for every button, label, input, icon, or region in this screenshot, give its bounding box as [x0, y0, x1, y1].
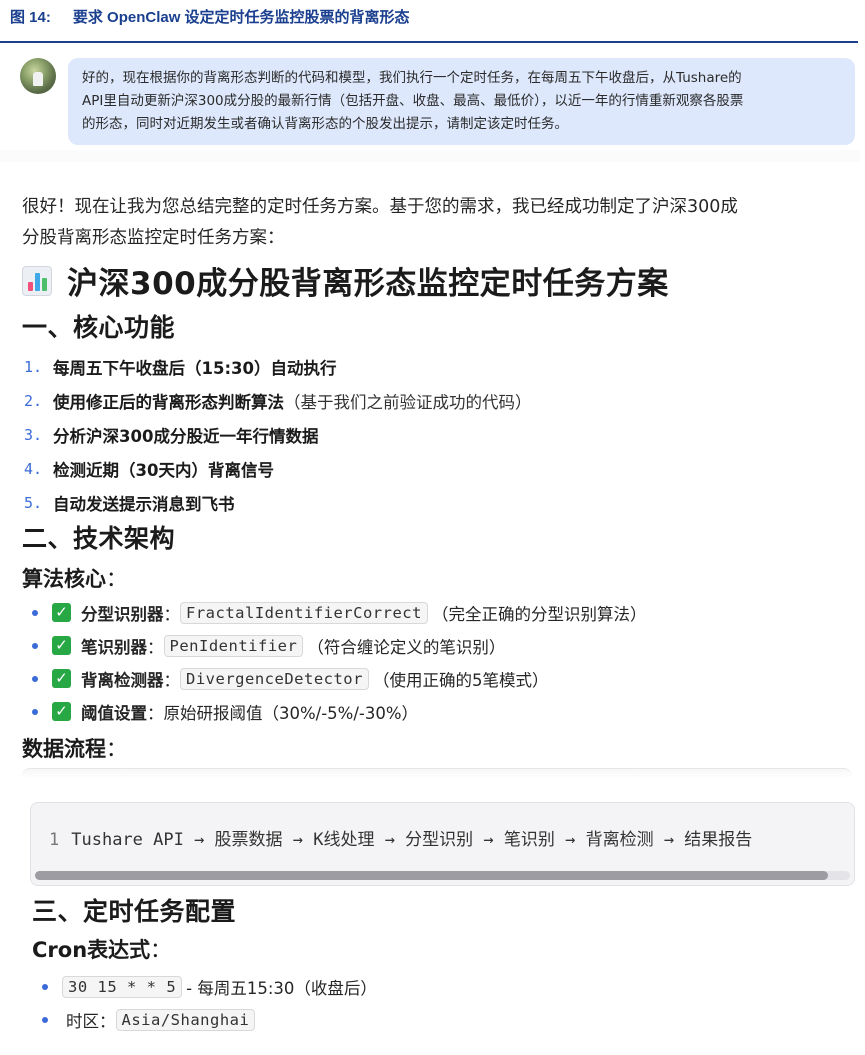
plan-title-text: 沪深300成分股背离形态监控定时任务方案 [67, 266, 669, 302]
algo-core-list: ✓ 分型识别器 ： FractalIdentifierCorrect （完全正确… [32, 596, 852, 728]
check-mark-icon: ✓ [52, 636, 71, 655]
code-text: Tushare API → 股票数据 → K线处理 → 分型识别 → 笔识别 →… [71, 830, 753, 850]
component-label: 分型识别器 [81, 604, 164, 624]
code-line: 1 Tushare API → 股票数据 → K线处理 → 分型识别 → 笔识别 … [49, 825, 752, 850]
label-separator: ： [163, 604, 181, 624]
user-avatar [20, 58, 56, 94]
list-number: 2. [24, 392, 43, 410]
cron-heading-text: Cron表达式 [32, 938, 151, 962]
label-separator: ： [147, 637, 164, 657]
cron-list: 30 15 * * 5 - 每周五15:30（收盘后） 时区： Asia/Sha… [42, 970, 862, 1036]
list-item: ✓ 背离检测器 ： DivergenceDetector （使用正确的5笔模式） [32, 662, 852, 695]
inline-code: 30 15 * * 5 [62, 975, 183, 998]
component-description: （符合缠论定义的笔识别） [307, 637, 506, 657]
label-separator: ： [163, 670, 181, 690]
bullet [42, 983, 48, 990]
inline-code: FractalIdentifierCorrect [180, 601, 428, 624]
bullet [32, 708, 38, 715]
list-item: 5. 自动发送提示消息到飞书 [24, 486, 824, 520]
bullet [32, 609, 38, 616]
list-number: 4. [24, 460, 43, 478]
user-message-bubble: 好的，现在根据你的背离形态判断的代码和模型，我们执行一个定时任务，在每周五下午收… [68, 58, 855, 145]
bullet [42, 1016, 48, 1023]
component-label: 背离检测器 [81, 670, 164, 690]
check-mark-icon: ✓ [52, 669, 71, 688]
section-heading-architecture: 二、技术架构 [22, 524, 176, 553]
message-separator [0, 150, 860, 162]
component-description: 原始研报阈值（30%/-5%/-30%） [163, 703, 419, 723]
section-heading-core: 一、核心功能 [22, 313, 176, 342]
code-block-frame-edge [22, 768, 852, 779]
core-function-list: 1. 每周五下午收盘后（15:30）自动执行 2. 使用修正后的背离形态判断算法… [24, 350, 824, 520]
cron-description: - 每周五15:30（收盘后） [186, 978, 377, 998]
cron-heading: Cron表达式： [32, 934, 171, 964]
figure-caption: 图 14: 要求 OpenClaw 设定定时任务监控股票的背离形态 [10, 6, 410, 27]
component-label: 阈值设置 [81, 703, 147, 723]
list-item: 时区： Asia/Shanghai [42, 1003, 862, 1036]
data-flow-heading: 数据流程： [22, 733, 127, 763]
list-number: 3. [24, 426, 43, 444]
heading-colon: ： [106, 567, 127, 591]
bullet [32, 642, 38, 649]
horizontal-scrollbar-thumb[interactable] [35, 871, 828, 880]
list-item: 30 15 * * 5 - 每周五15:30（收盘后） [42, 970, 862, 1003]
list-item: ✓ 分型识别器 ： FractalIdentifierCorrect （完全正确… [32, 596, 852, 629]
list-item-bold: 使用修正后的背离形态判断算法 [53, 393, 284, 412]
check-mark-icon: ✓ [52, 603, 71, 622]
label-separator: ： [147, 703, 164, 723]
bar-chart-icon [22, 265, 52, 296]
data-flow-code-block[interactable]: 1 Tushare API → 股票数据 → K线处理 → 分型识别 → 笔识别 … [30, 802, 855, 886]
intro-line: 分股背离形态监控定时任务方案： [22, 228, 285, 248]
component-label: 笔识别器 [81, 637, 147, 657]
inline-code: DivergenceDetector [180, 667, 369, 690]
line-number: 1 [49, 830, 60, 850]
user-message-line: 的形态，同时对近期发生或者确认背离形态的个股发出提示，请制定该定时任务。 [82, 116, 568, 132]
list-item: ✓ 笔识别器 ： PenIdentifier （符合缠论定义的笔识别） [32, 629, 852, 662]
component-description: （使用正确的5笔模式） [372, 670, 549, 690]
timezone-label: 时区： [66, 1011, 116, 1031]
list-item: ✓ 阈值设置 ： 原始研报阈值（30%/-5%/-30%） [32, 695, 852, 728]
heading-colon: ： [106, 737, 127, 761]
inline-code: Asia/Shanghai [115, 1008, 256, 1031]
figure-number: 图 14: [10, 9, 51, 26]
figure-title: 要求 OpenClaw 设定定时任务监控股票的背离形态 [72, 9, 410, 26]
section-heading-schedule: 三、定时任务配置 [32, 897, 237, 926]
bullet [32, 675, 38, 682]
list-item-bold: 检测近期（30天内）背离信号 [53, 461, 274, 480]
list-item-bold: 自动发送提示消息到飞书 [53, 495, 235, 514]
caption-divider [0, 41, 858, 43]
list-item-bold: 分析沪深300成分股近一年行情数据 [53, 427, 319, 446]
list-item-rest: （基于我们之前验证成功的代码） [284, 393, 532, 412]
list-item: 3. 分析沪深300成分股近一年行情数据 [24, 418, 824, 452]
list-item: 1. 每周五下午收盘后（15:30）自动执行 [24, 350, 824, 384]
list-item: 2. 使用修正后的背离形态判断算法 （基于我们之前验证成功的代码） [24, 384, 824, 418]
check-mark-icon: ✓ [52, 702, 71, 721]
list-item: 4. 检测近期（30天内）背离信号 [24, 452, 824, 486]
list-item-bold: 每周五下午收盘后（15:30）自动执行 [53, 359, 337, 378]
algo-core-heading: 算法核心： [22, 563, 127, 593]
data-flow-heading-text: 数据流程 [22, 737, 106, 761]
answer-intro: 很好！现在让我为您总结完整的定时任务方案。基于您的需求，我已经成功制定了沪深30… [22, 192, 852, 254]
list-number: 5. [24, 494, 43, 512]
user-message-line: 好的，现在根据你的背离形态判断的代码和模型，我们执行一个定时任务，在每周五下午收… [82, 70, 742, 86]
user-message-line: API里自动更新沪深300成分股的最新行情（包括开盘、收盘、最高、最低价），以近… [82, 93, 744, 109]
inline-code: PenIdentifier [163, 634, 304, 657]
heading-colon: ： [150, 938, 172, 962]
algo-core-heading-text: 算法核心 [22, 567, 106, 591]
list-number: 1. [24, 358, 43, 376]
intro-line: 很好！现在让我为您总结完整的定时任务方案。基于您的需求，我已经成功制定了沪深30… [22, 197, 738, 217]
plan-title: 沪深300成分股背离形态监控定时任务方案 [22, 258, 669, 303]
component-description: （完全正确的分型识别算法） [431, 604, 647, 624]
